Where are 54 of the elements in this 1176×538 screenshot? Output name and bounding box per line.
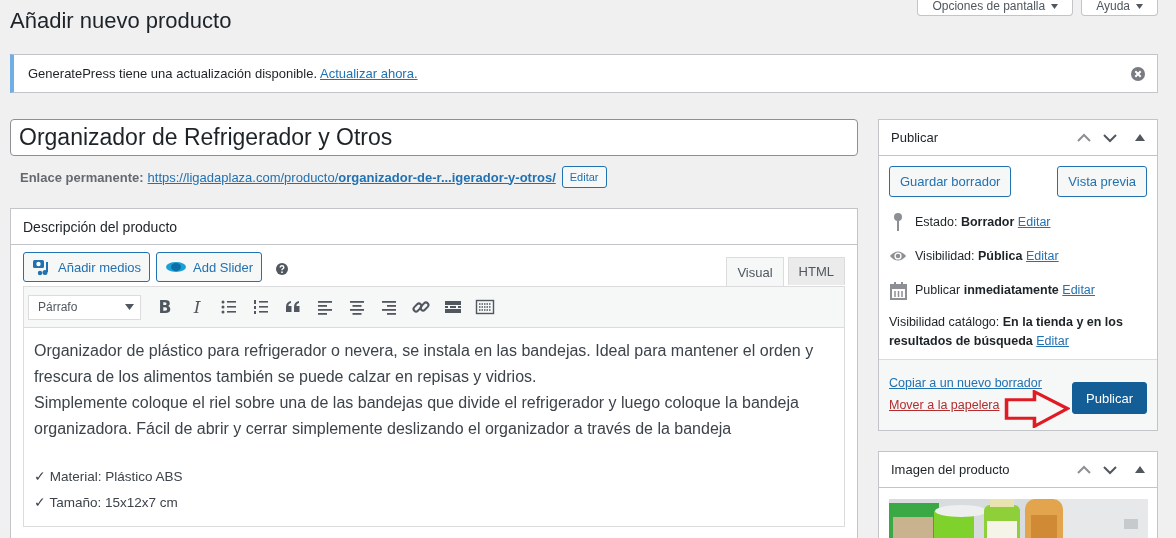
copy-draft-link[interactable]: Copiar a un nuevo borrador	[889, 376, 1042, 390]
annotation-arrow	[1004, 390, 1070, 428]
secondary-button[interactable]: Vista previa	[1057, 166, 1147, 197]
eye-icon	[889, 249, 907, 263]
page-title: Añadir nuevo producto	[10, 8, 232, 34]
edit-link[interactable]: Editar	[1025, 249, 1059, 263]
keyboard-icon[interactable]	[475, 297, 495, 317]
edit-link[interactable]: Editar	[1062, 283, 1095, 297]
bold-button[interactable]: B	[155, 297, 175, 317]
edit-link[interactable]: Editar	[1036, 334, 1069, 348]
help-icon[interactable]	[276, 263, 289, 275]
meta-text: Estado: Borrador Editar	[915, 215, 1051, 229]
calendar-icon	[889, 280, 907, 300]
panel-title: Publicar	[891, 130, 938, 145]
editor-tab[interactable]: HTML	[787, 257, 845, 285]
trash-link[interactable]: Mover a la papelera	[889, 398, 1042, 412]
media-button[interactable]: Add Slider	[156, 252, 263, 282]
caret-icon	[125, 304, 134, 310]
move-up-icon[interactable]	[1077, 132, 1091, 143]
catalog-visibility-text: Visibilidad catálogo: En la tienda y en los resultados de búsqueda Editar	[889, 314, 1124, 350]
italic-button[interactable]: I	[187, 297, 207, 317]
permalink-link[interactable]: https://ligadaplaza.com/producto/organizador-de-r...igerador-y-otros/	[147, 169, 556, 185]
publish-button[interactable]: Publicar	[1072, 382, 1147, 414]
media-button[interactable]: Añadir medios	[23, 252, 151, 282]
meta-text: Visibilidad: Pública Editar	[915, 249, 1059, 263]
panel-title: Imagen del producto	[891, 462, 1010, 477]
slider-logo-icon	[165, 260, 188, 274]
meta-text: Publicar inmediatamente Editar	[915, 283, 1095, 297]
move-down-icon[interactable]	[1103, 464, 1117, 475]
header-button[interactable]: Ayuda	[1081, 0, 1158, 16]
caret-icon	[1051, 4, 1059, 9]
title-field[interactable]: Organizador de Refrigerador y Otros	[10, 119, 858, 156]
close-icon[interactable]	[1131, 66, 1145, 81]
spec-line: ✓ Tamaño: 15x12x7 cm	[34, 494, 179, 512]
description-paragraph: Organizador de plástico para refrigerador o nevera, se instala en las bandejas. Ideal para mantener el orden y frescura de los alimentos también se puede calzar en repisas y vidrios.	[34, 341, 815, 387]
secondary-button[interactable]: Guardar borrador	[889, 166, 1012, 197]
caret-icon	[1136, 4, 1143, 9]
editor-tab[interactable]: Visual	[726, 257, 784, 286]
move-up-icon[interactable]	[1077, 464, 1091, 475]
move-down-icon[interactable]	[1103, 132, 1117, 143]
pin-icon	[892, 212, 904, 232]
numbered-list-icon[interactable]	[251, 297, 271, 317]
collapse-icon[interactable]	[1135, 134, 1145, 141]
edit-button[interactable]: Editar	[561, 166, 607, 188]
panel-title: Descripción del producto	[23, 218, 178, 235]
spec-line: ✓ Material: Plástico ABS	[34, 468, 184, 486]
description-paragraph: Simplemente coloque el riel sobre una de las bandejas que divide el refrigerador y luego coloque la bandeja organizadora. Fácil de abrir y cerrar simplemente deslizando el organizador a través de la bandeja	[34, 393, 800, 439]
collapse-icon[interactable]	[1135, 466, 1145, 473]
notice-text: GeneratePress tiene una actualización disponible. Actualizar ahora.	[28, 66, 418, 81]
format-select[interactable]: Párrafo	[28, 294, 141, 320]
header-button[interactable]: Opciones de pantalla	[917, 0, 1074, 16]
permalink-label: Enlace permanente:	[20, 169, 144, 185]
update-link[interactable]: Actualizar ahora.	[320, 66, 418, 81]
edit-link[interactable]: Editar	[1017, 215, 1051, 229]
